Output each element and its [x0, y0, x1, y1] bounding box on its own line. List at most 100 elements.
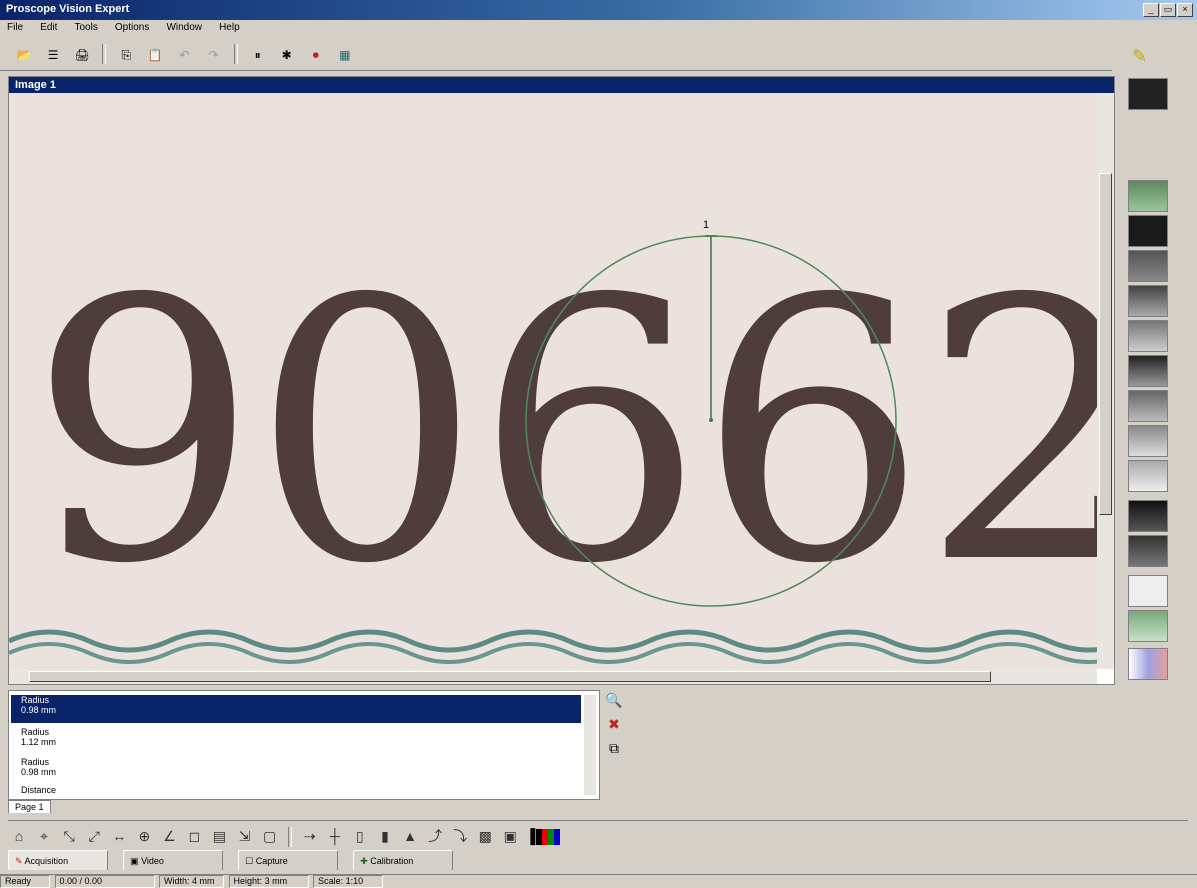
tab-calibration[interactable]: ✚ Calibration	[353, 850, 454, 870]
thumb-effect-6[interactable]	[1128, 355, 1168, 387]
redo-icon[interactable]: ↷	[204, 45, 224, 65]
measurement-value: 0.98 mm	[21, 767, 57, 777]
thumb-effect-9[interactable]	[1128, 460, 1168, 492]
cross-icon[interactable]: ┼	[325, 825, 345, 847]
distance-icon[interactable]: ↔	[109, 825, 129, 847]
circle-icon[interactable]: ⊕	[134, 825, 154, 847]
thumb-effect-2[interactable]	[1128, 215, 1168, 247]
paste-icon[interactable]: 📋	[145, 45, 165, 65]
thumb-effect-7[interactable]	[1128, 390, 1168, 422]
thumb-effect-10[interactable]	[1128, 500, 1168, 532]
arrow-icon[interactable]: ⇲	[235, 825, 255, 847]
menu-help[interactable]: Help	[212, 20, 247, 35]
measurement-item[interactable]: Distance	[11, 785, 581, 797]
video-icon: ▣	[130, 856, 142, 866]
tab-label: Video	[141, 856, 164, 866]
measurement-type: Radius	[21, 757, 50, 767]
open-icon[interactable]: 📂	[14, 45, 34, 65]
thumb-effect-13[interactable]	[1128, 610, 1168, 642]
undo-icon[interactable]: ↶	[174, 45, 194, 65]
menu-options[interactable]: Options	[108, 20, 156, 35]
pattern-icon[interactable]: ▩	[475, 825, 495, 847]
box-icon[interactable]: ▢	[260, 825, 280, 847]
vertical-scroll-thumb[interactable]	[1099, 173, 1112, 515]
measurement-item[interactable]: Radius 0.98 mm	[11, 757, 581, 785]
thumb-effect-8[interactable]	[1128, 425, 1168, 457]
menu-tools[interactable]: Tools	[67, 20, 104, 35]
page-tabs: Page 1	[8, 800, 128, 818]
measure-label: 1	[703, 219, 709, 231]
capture-icon[interactable]: ✱	[277, 45, 297, 65]
rectangle-icon[interactable]: ◻	[184, 825, 204, 847]
measurement-item[interactable]: Radius 1.12 mm	[11, 727, 581, 755]
maximize-button[interactable]: ▭	[1160, 3, 1176, 17]
tab-label: Capture	[255, 856, 288, 866]
curve-down-icon[interactable]: ⤵	[450, 825, 470, 847]
measurement-type: Distance	[21, 785, 57, 795]
measurement-item[interactable]: Radius 0.98 mm	[11, 695, 581, 723]
resize-icon[interactable]: ⤢	[84, 825, 104, 847]
record-icon[interactable]: ⏺	[306, 45, 326, 65]
status-bar: Ready 0.00 / 0.00 Width: 4 mm Height: 3 …	[0, 874, 1197, 888]
status-scale: Scale: 1:10	[313, 875, 384, 888]
print-icon[interactable]: 🖨	[72, 45, 92, 65]
tab-acquisition[interactable]: ✎ Acquisition	[8, 850, 108, 870]
tab-label: Acquisition	[24, 856, 69, 866]
image-canvas[interactable]: 90662 1	[9, 93, 1097, 669]
mode-tabs: ✎ Acquisition ▣ Video ☐ Capture ✚ Calibr…	[8, 850, 1188, 872]
horizontal-scroll-thumb[interactable]	[29, 671, 991, 682]
bar-fill-icon[interactable]: ▮	[375, 825, 395, 847]
tab-capture[interactable]: ☐ Capture	[238, 850, 339, 870]
measurement-overlay[interactable]: 1	[9, 93, 1097, 669]
tab-video[interactable]: ▣ Video	[123, 850, 224, 870]
app-title: Proscope Vision Expert	[6, 3, 130, 15]
color-swatch-icon[interactable]	[536, 829, 560, 845]
thumb-effect-4[interactable]	[1128, 285, 1168, 317]
title-bar[interactable]: Proscope Vision Expert _ ▭ ×	[0, 0, 1197, 20]
thumb-camera[interactable]	[1128, 78, 1168, 110]
tab-page-1[interactable]: Page 1	[8, 800, 51, 813]
horizontal-scrollbar[interactable]	[9, 669, 1097, 684]
minimize-button[interactable]: _	[1143, 3, 1159, 17]
thumb-effect-12[interactable]	[1128, 575, 1168, 607]
thumb-effect-14[interactable]	[1128, 648, 1168, 680]
zoom-icon[interactable]: 🔍	[600, 692, 628, 716]
triangle-icon[interactable]: ▲	[400, 825, 420, 847]
status-ready: Ready	[0, 875, 50, 888]
wand-icon[interactable]: ✎	[1132, 46, 1147, 67]
circle-center-point[interactable]	[709, 418, 713, 422]
link-icon[interactable]: ⧉	[600, 740, 628, 764]
measure-tools: 🔍 ✖ ⧉	[600, 692, 628, 792]
thumb-effect-11[interactable]	[1128, 535, 1168, 567]
status-height: Height: 3 mm	[228, 875, 309, 888]
toolbar-separator	[102, 44, 107, 64]
bar-icon[interactable]: ▯	[350, 825, 370, 847]
measurement-type: Radius	[21, 695, 50, 705]
measurements-scrollbar[interactable]	[584, 695, 596, 795]
thumb-effect-1[interactable]	[1128, 180, 1168, 212]
angle-icon[interactable]: ∠	[159, 825, 179, 847]
measurements-list[interactable]: Radius 0.98 mm Radius 1.12 mm Radius 0.9…	[8, 690, 600, 800]
curve-up-icon[interactable]: ⤴	[425, 825, 445, 847]
target-icon[interactable]: ⌖	[34, 825, 54, 847]
list-icon[interactable]: ☰	[43, 45, 63, 65]
menu-window[interactable]: Window	[159, 20, 209, 35]
menu-file[interactable]: File	[0, 20, 30, 35]
pause-icon[interactable]: ⏸	[248, 45, 268, 65]
home-icon[interactable]: ⌂	[9, 825, 29, 847]
pan-icon[interactable]: ⤡	[59, 825, 79, 847]
image-window-titlebar[interactable]: Image 1	[9, 77, 1114, 93]
thumb-effect-5[interactable]	[1128, 320, 1168, 352]
grid-icon[interactable]: ▤	[210, 825, 230, 847]
vertical-scrollbar[interactable]	[1097, 93, 1114, 669]
status-coords: 0.00 / 0.00	[54, 875, 155, 888]
menu-edit[interactable]: Edit	[33, 20, 64, 35]
close-button[interactable]: ×	[1177, 3, 1193, 17]
eraser-icon[interactable]: ✖	[600, 716, 628, 740]
frame-icon[interactable]: ▣	[500, 825, 520, 847]
measurement-type: Radius	[21, 727, 50, 737]
thumb-effect-3[interactable]	[1128, 250, 1168, 282]
settings-icon[interactable]: ▦	[335, 45, 355, 65]
copy-icon[interactable]: ⎘	[116, 45, 136, 65]
line-icon[interactable]: ⇢	[300, 825, 320, 847]
